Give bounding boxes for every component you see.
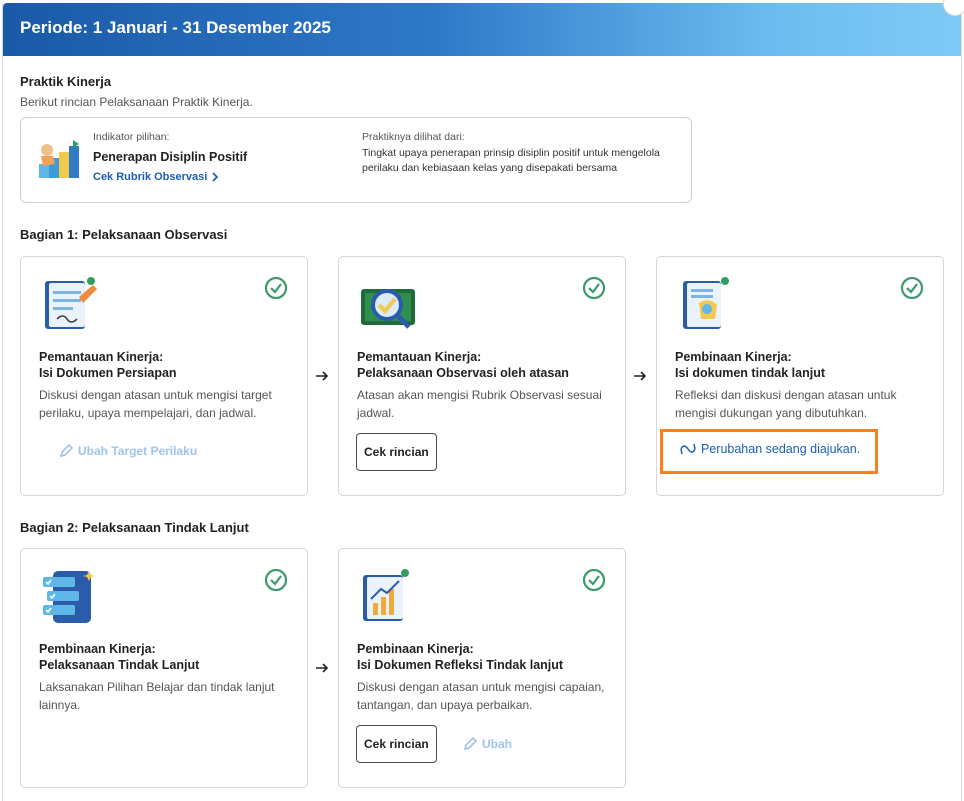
- perubahan-diajukan-link[interactable]: Perubahan sedang diajukan.: [680, 442, 860, 456]
- ubah-label: Ubah: [482, 737, 512, 751]
- card-title-line1: Pembinaan Kinerja:: [39, 642, 156, 656]
- perubahan-diajukan-label: Perubahan sedang diajukan.: [701, 442, 861, 456]
- cek-rincian-button[interactable]: Cek rincian: [356, 433, 437, 471]
- dilihat-label: Praktiknya dilihat dari:: [362, 131, 465, 143]
- card-desc: Laksanakan Pilihan Belajar dan tindak la…: [39, 680, 275, 712]
- completed-check-icon: [900, 276, 924, 300]
- card-desc: Atasan akan mengisi Rubrik Observasi ses…: [357, 388, 602, 420]
- praktik-subtitle: Berikut rincian Pelaksanaan Praktik Kine…: [20, 95, 253, 109]
- ubah-target-perilaku-label: Ubah Target Perilaku: [78, 444, 198, 458]
- reflection-document-icon: [683, 277, 729, 329]
- indikator-info-box: Indikator pilihan: Penerapan Disiplin Po…: [20, 117, 692, 203]
- indikator-label: Indikator pilihan:: [93, 131, 170, 143]
- card-title-line2: Isi Dokumen Refleksi Tindak lanjut: [357, 658, 564, 672]
- card-title: Pembinaan Kinerja: Isi Dokumen Refleksi …: [357, 641, 612, 673]
- card-title-line1: Pembinaan Kinerja:: [357, 642, 474, 656]
- chevron-right-icon: [212, 172, 219, 182]
- ubah-target-perilaku-button[interactable]: Ubah Target Perilaku: [59, 444, 197, 458]
- card-title-line2: Pelaksanaan Observasi oleh atasan: [357, 366, 569, 380]
- completed-check-icon: [582, 276, 606, 300]
- card-title: Pemantauan Kinerja: Isi Dokumen Persiapa…: [39, 349, 294, 381]
- pending-change-icon: [680, 443, 696, 455]
- completed-check-icon: [582, 568, 606, 592]
- card-title-line2: Isi dokumen tindak lanjut: [675, 366, 826, 380]
- discipline-illustration-icon: [39, 140, 79, 178]
- card-title-line2: Pelaksanaan Tindak Lanjut: [39, 658, 200, 672]
- ubah-button[interactable]: Ubah: [463, 737, 512, 751]
- bagian2-title: Bagian 2: Pelaksanaan Tindak Lanjut: [20, 520, 249, 535]
- completed-check-icon: [264, 568, 288, 592]
- card-title-line1: Pembinaan Kinerja:: [675, 350, 792, 364]
- rubrik-link[interactable]: Cek Rubrik Observasi: [93, 171, 219, 183]
- checklist-tablet-icon: [43, 571, 95, 623]
- arrow-right-icon: [316, 371, 329, 381]
- period-header: Periode: 1 Januari - 31 Desember 2025: [3, 3, 961, 56]
- card-title: Pembinaan Kinerja: Isi dokumen tindak la…: [675, 349, 930, 381]
- dilihat-desc: Tingkat upaya penerapan prinsip disiplin…: [362, 147, 660, 174]
- card-desc: Diskusi dengan atasan untuk mengisi capa…: [357, 680, 605, 712]
- period-title: Periode: 1 Januari - 31 Desember 2025: [20, 18, 331, 37]
- card-title-line2: Isi Dokumen Persiapan: [39, 366, 177, 380]
- card-observasi-atasan: Pemantauan Kinerja: Pelaksanaan Observas…: [338, 256, 626, 496]
- arrow-right-icon: [634, 371, 647, 381]
- card-dokumen-refleksi: Pembinaan Kinerja: Isi Dokumen Refleksi …: [338, 548, 626, 788]
- bagian1-title: Bagian 1: Pelaksanaan Observasi: [20, 227, 228, 242]
- card-title: Pembinaan Kinerja: Pelaksanaan Tindak La…: [39, 641, 294, 673]
- indikator-value: Penerapan Disiplin Positif: [93, 150, 248, 164]
- cek-rincian-button[interactable]: Cek rincian: [356, 725, 437, 763]
- card-desc: Refleksi dan diskusi dengan atasan untuk…: [675, 388, 897, 420]
- praktik-title: Praktik Kinerja: [20, 74, 112, 89]
- card-dokumen-persiapan: Pemantauan Kinerja: Isi Dokumen Persiapa…: [20, 256, 308, 496]
- completed-check-icon: [264, 276, 288, 300]
- observation-magnifier-icon: [361, 289, 415, 329]
- report-chart-icon: [363, 569, 409, 621]
- card-desc: Diskusi dengan atasan untuk mengisi targ…: [39, 388, 272, 420]
- card-pelaksanaan-tindak-lanjut: Pembinaan Kinerja: Pelaksanaan Tindak La…: [20, 548, 308, 788]
- pencil-icon: [59, 444, 73, 458]
- status-highlight: Perubahan sedang diajukan.: [660, 429, 878, 474]
- rubrik-link-label: Cek Rubrik Observasi: [93, 171, 208, 183]
- card-title: Pemantauan Kinerja: Pelaksanaan Observas…: [357, 349, 612, 381]
- card-dokumen-tindak-lanjut: Pembinaan Kinerja: Isi dokumen tindak la…: [656, 256, 944, 496]
- arrow-right-icon: [316, 663, 329, 673]
- pencil-icon: [463, 737, 477, 751]
- document-pen-icon: [45, 277, 97, 329]
- card-title-line1: Pemantauan Kinerja:: [39, 350, 164, 364]
- card-title-line1: Pemantauan Kinerja:: [357, 350, 482, 364]
